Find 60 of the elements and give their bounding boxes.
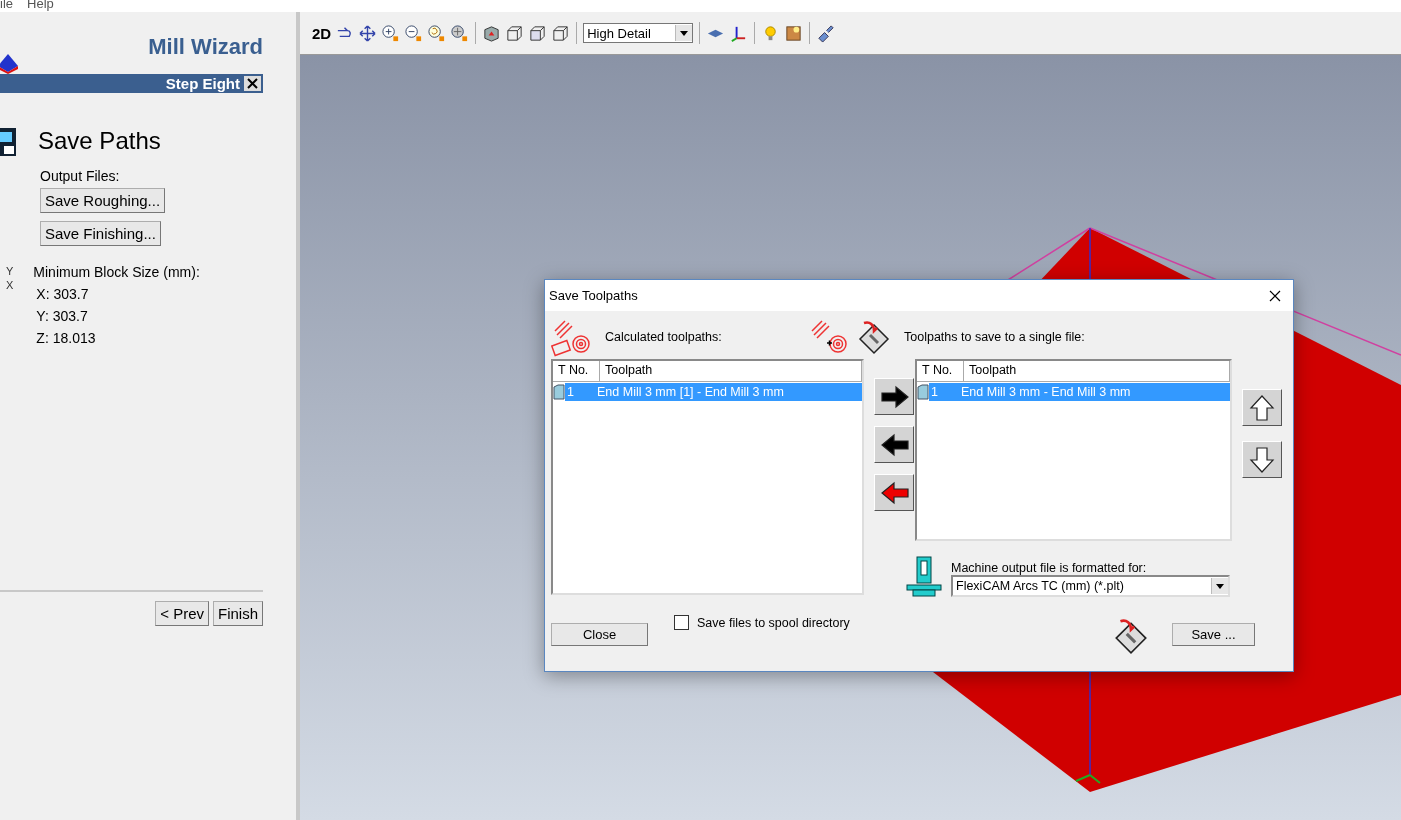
save-disk-icon: [856, 319, 892, 355]
column-header[interactable]: T No.: [553, 361, 600, 381]
axis-label: Y: [5, 264, 14, 278]
solid-cube-icon[interactable]: [528, 23, 548, 43]
caret-icon: [1211, 578, 1228, 594]
move-up-button[interactable]: [1242, 389, 1282, 426]
add-button[interactable]: [874, 378, 914, 415]
wizard-title: Mill Wizard: [148, 34, 263, 60]
machine-format-label: Machine output file is formatted for:: [951, 561, 1148, 575]
zoom-previous-icon[interactable]: [427, 23, 447, 43]
move-down-button[interactable]: [1242, 441, 1282, 478]
texture-icon[interactable]: [784, 23, 804, 43]
zoom-out-icon[interactable]: [404, 23, 424, 43]
block-size-value: Z: 18.013: [35, 330, 97, 346]
block-size-label: Minimum Block Size (mm):: [33, 264, 200, 280]
zoom-extents-icon[interactable]: [450, 23, 470, 43]
down-arrow-icon: [1247, 444, 1277, 475]
hidden-line-cube-icon[interactable]: [551, 23, 571, 43]
toolpath-list[interactable]: T No. Toolpath 1 End Mill 3 mm - End Mill 3 mm: [915, 359, 1232, 541]
close-icon[interactable]: [1269, 289, 1281, 302]
tool-number: 1: [930, 385, 939, 399]
column-header[interactable]: Toolpath: [964, 361, 1230, 381]
machine-format-dropdown[interactable]: FlexiCAM Arcs TC (mm) (*.plt): [951, 575, 1230, 597]
toolpath-name: End Mill 3 mm - End Mill 3 mm: [960, 385, 1132, 399]
column-header[interactable]: Toolpath: [600, 361, 862, 381]
2d-view-button[interactable]: 2D: [312, 24, 332, 42]
shaded-cube-icon[interactable]: [482, 23, 502, 43]
zoom-in-icon[interactable]: [381, 23, 401, 43]
page-heading: Save Paths: [38, 127, 161, 155]
detail-dropdown[interactable]: High Detail: [583, 23, 694, 43]
step-title: Step Eight: [165, 75, 240, 92]
dialog-title: Save Toolpaths: [549, 288, 638, 303]
output-files-label: Output Files:: [40, 168, 120, 184]
column-header[interactable]: T No.: [917, 361, 964, 381]
close-button[interactable]: Close: [551, 623, 648, 646]
pan-icon[interactable]: [358, 23, 378, 43]
checkbox-label: Save files to spool directory: [697, 615, 850, 630]
remove-all-button[interactable]: [874, 474, 914, 511]
nav-button[interactable]: Finish: [213, 601, 263, 626]
block-size-value: X: 303.7: [35, 286, 90, 302]
caret-icon: [675, 25, 693, 41]
nav-button[interactable]: < Prev: [155, 601, 209, 626]
wireframe-cube-icon[interactable]: [505, 23, 525, 43]
axis-label: X: [5, 278, 14, 292]
list-label: Calculated toolpaths:: [605, 330, 722, 344]
save-disk-icon: [1112, 617, 1150, 655]
save-output-button[interactable]: Save Finishing...: [40, 221, 161, 246]
brush-icon[interactable]: [816, 23, 836, 43]
tool-number: 1: [566, 385, 575, 399]
milling-machine-icon: [905, 555, 943, 597]
toolpath-name: End Mill 3 mm [1] - End Mill 3 mm: [596, 385, 785, 399]
remove-button[interactable]: [874, 426, 914, 463]
pyramid-icon: [0, 52, 19, 74]
save-button[interactable]: Save ...: [1172, 622, 1255, 646]
close-icon[interactable]: [244, 76, 261, 91]
block-size-value: Y: 303.7: [35, 308, 89, 324]
list-label: Toolpaths to save to a single file:: [904, 330, 1085, 344]
save-output-button[interactable]: Save Roughing...: [40, 188, 166, 213]
toolpath-list[interactable]: T No. Toolpath 1 End Mill 3 mm [1] - End Mill 3 mm: [551, 359, 864, 595]
checkbox[interactable]: [674, 615, 689, 630]
